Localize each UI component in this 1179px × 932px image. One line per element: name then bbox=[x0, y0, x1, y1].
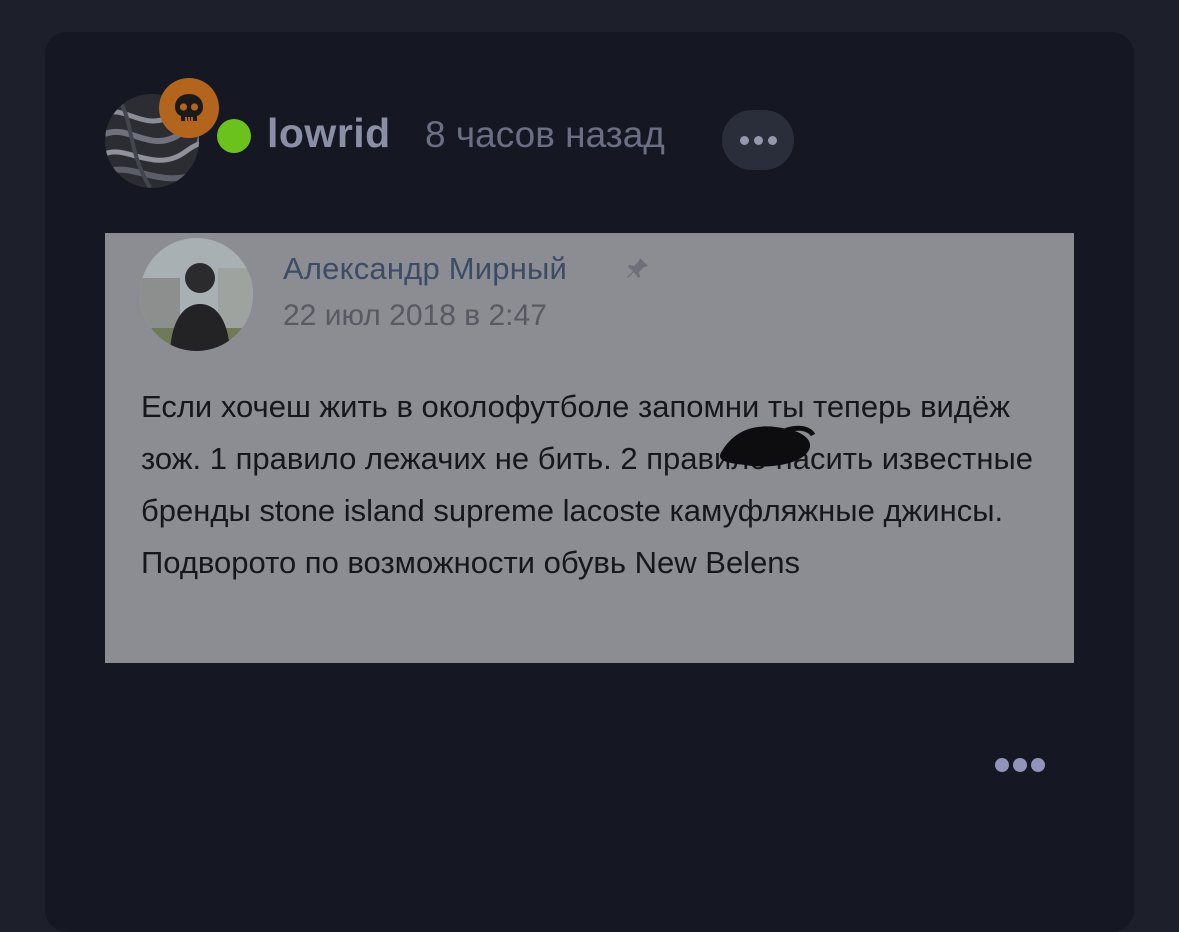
embedded-author-avatar bbox=[140, 238, 253, 351]
post-timestamp: 8 часов назад bbox=[425, 114, 665, 155]
censor-scribble bbox=[719, 425, 816, 467]
embedded-post-text: Если хочеш жить в околофутболе запомни т… bbox=[141, 389, 1033, 580]
online-status-indicator bbox=[217, 119, 251, 153]
embedded-screenshot[interactable]: Александр Мирный 22 июл 2018 в 2:47 Если… bbox=[105, 233, 1074, 663]
skull-icon bbox=[175, 94, 203, 121]
person-photo bbox=[140, 238, 253, 351]
skull-badge bbox=[159, 78, 219, 138]
post-header: lowrid 8 часов назад bbox=[105, 78, 1005, 202]
embedded-post-date: 22 июл 2018 в 2:47 bbox=[283, 299, 547, 332]
embedded-author-name: Александр Мирный bbox=[283, 251, 568, 286]
username[interactable]: lowrid bbox=[267, 110, 391, 157]
post-options-button[interactable] bbox=[722, 110, 794, 170]
more-dots-icon bbox=[995, 758, 1009, 772]
pin-icon bbox=[627, 258, 648, 278]
more-dots-icon bbox=[739, 135, 749, 145]
post-card: lowrid 8 часов назад Александр Мирный 22… bbox=[45, 32, 1134, 932]
card-more-button[interactable] bbox=[995, 758, 1045, 772]
